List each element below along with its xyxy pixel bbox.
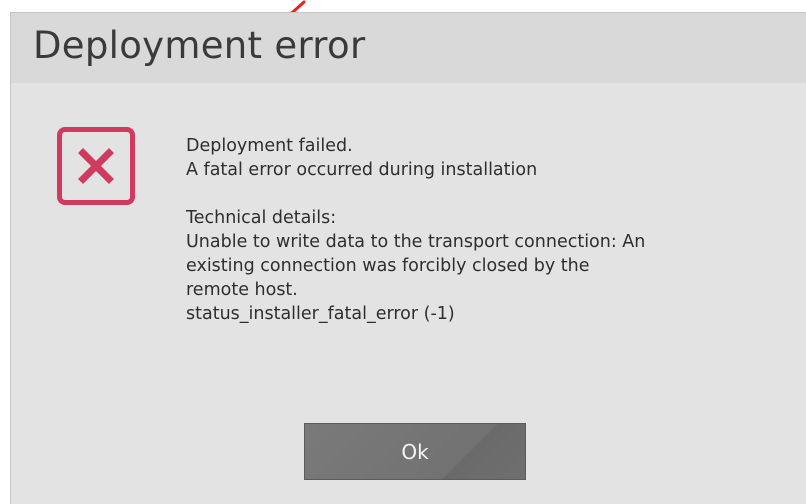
details-heading: Technical details:	[186, 208, 337, 228]
dialog-title: Deployment error	[33, 24, 366, 67]
message-line: A fatal error occurred during installati…	[186, 160, 538, 180]
screenshot-canvas: Deployment error Deployment failed. A fa…	[0, 0, 806, 504]
error-message: Deployment failed. A fatal error occurre…	[186, 134, 786, 326]
details-line: remote host.	[186, 280, 298, 300]
details-line: Unable to write data to the transport co…	[186, 232, 646, 252]
message-spacer	[186, 182, 786, 206]
status-code: status_installer_fatal_error (-1)	[186, 304, 455, 324]
ok-button[interactable]: Ok	[304, 423, 526, 480]
deployment-error-dialog: Deployment error Deployment failed. A fa…	[10, 12, 806, 504]
dialog-title-bar: Deployment error	[11, 13, 806, 83]
error-x-glyph	[78, 148, 114, 184]
details-line: existing connection was forcibly closed …	[186, 256, 590, 276]
error-x-icon	[57, 127, 135, 205]
message-line: Deployment failed.	[186, 136, 353, 156]
